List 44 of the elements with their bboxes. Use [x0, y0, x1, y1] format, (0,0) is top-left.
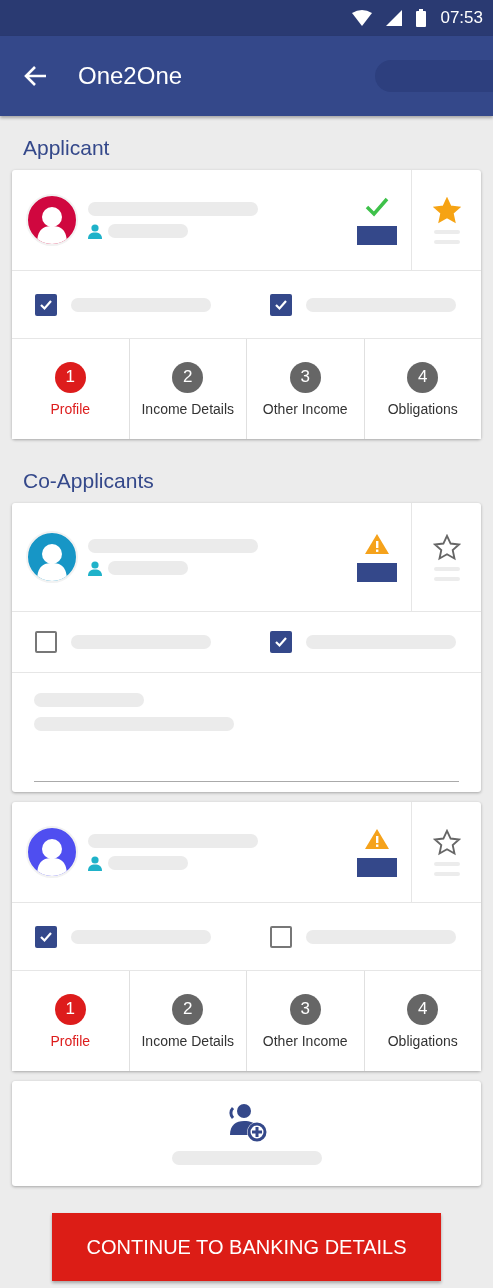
back-arrow-icon[interactable] — [24, 65, 48, 87]
step-tab[interactable]: 2 Income Details — [129, 339, 247, 439]
checkbox[interactable] — [269, 293, 292, 316]
step-number-badge: 4 — [407, 993, 439, 1025]
step-number-badge: 1 — [54, 361, 86, 393]
star-icon[interactable] — [432, 196, 461, 224]
step-tab[interactable]: 4 Obligations — [364, 971, 481, 1071]
step-tab[interactable]: 3 Other Income — [247, 971, 365, 1071]
checkbox[interactable] — [35, 631, 57, 653]
step-number-badge: 1 — [54, 993, 86, 1025]
continue-button[interactable]: CONTINUE TO BANKING DETAILS — [52, 1213, 441, 1281]
star-icon[interactable] — [432, 828, 461, 856]
checkbox[interactable] — [35, 293, 57, 316]
app-title: One2One — [78, 62, 183, 90]
wifi-icon — [352, 10, 373, 26]
checkbox[interactable] — [269, 925, 292, 948]
status-time: 07:53 — [440, 8, 483, 28]
check-icon — [273, 635, 288, 649]
step-tab[interactable]: 1 Profile — [12, 339, 130, 439]
step-number-badge: 2 — [172, 993, 204, 1025]
step-tab[interactable]: 4 Obligations — [364, 339, 481, 439]
step-number-badge: 3 — [289, 993, 321, 1025]
person-icon — [88, 223, 102, 239]
section-title: Applicant — [22, 135, 111, 161]
step-number-badge: 2 — [172, 361, 204, 393]
person-icon — [88, 855, 102, 871]
warning-icon — [364, 827, 390, 850]
checkbox[interactable] — [35, 925, 57, 948]
status-block — [357, 857, 397, 877]
status-block — [357, 225, 397, 245]
checkbox[interactable] — [269, 631, 292, 653]
step-tab[interactable]: 3 Other Income — [247, 339, 365, 439]
status-block — [357, 562, 397, 582]
step-number-badge: 4 — [407, 361, 439, 393]
section-title: Co-Applicants — [22, 468, 155, 494]
checkmark-icon — [364, 195, 390, 218]
warning-icon — [364, 532, 390, 555]
star-icon[interactable] — [432, 533, 461, 561]
person-icon — [88, 560, 102, 576]
battery-icon — [416, 9, 427, 27]
signal-icon — [386, 10, 403, 26]
step-tab[interactable]: 2 Income Details — [129, 971, 247, 1071]
step-tab[interactable]: 1 Profile — [12, 971, 130, 1071]
step-number-badge: 3 — [289, 361, 321, 393]
